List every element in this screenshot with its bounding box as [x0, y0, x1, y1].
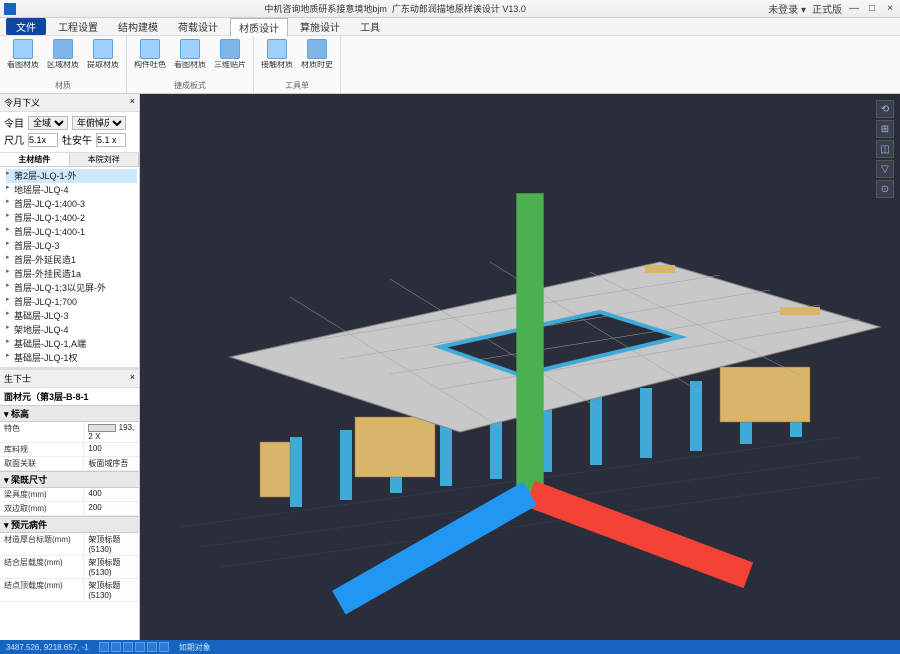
status-toggle-icon[interactable] [123, 642, 133, 652]
menu-tab-3[interactable]: 材质设计 [230, 18, 288, 37]
component-tree[interactable]: 第2层-JLQ-1-外地瑶层-JLQ-4首层-JLQ-1;400-3首层-JLQ… [0, 167, 139, 367]
status-toggle-icon[interactable] [111, 642, 121, 652]
prop-row[interactable]: 特色 193, 2 X [0, 422, 139, 443]
filter-sort[interactable]: 年俯悼庆 [72, 116, 126, 130]
tree-item[interactable]: 首层-JLQ-3 [6, 239, 137, 253]
ribbon-btn-1-2[interactable]: 三维贴片 [213, 39, 247, 79]
props-header: 生下士 [4, 372, 31, 385]
status-toggle-icon[interactable] [147, 642, 157, 652]
license-link[interactable]: 正式版 [812, 1, 842, 16]
tree-item[interactable]: 地瑶层-JLQ-4 [6, 183, 137, 197]
scale-2-input[interactable] [96, 133, 126, 147]
tree-item[interactable]: 日 板 [6, 365, 137, 367]
prop-section[interactable]: ▾ 标高 [0, 405, 139, 422]
close-button[interactable]: × [884, 3, 896, 15]
left-panel: 令月下义 × 令目 全域 年俯悼庆 尺几 牡安午 主材结件 本院刘祥 第2层-JL… [0, 94, 140, 640]
ribbon-btn-2-1[interactable]: 材质时史 [300, 39, 334, 79]
status-toggle-icon[interactable] [99, 642, 109, 652]
prop-row[interactable]: 库料规100 [0, 443, 139, 457]
ribbon-group-1: 构件吐色 看图材质 三维贴片 捷成板式 [127, 36, 254, 93]
status-toggle-icon[interactable] [159, 642, 169, 652]
tree-item[interactable]: 首层-外挂民造1a [6, 267, 137, 281]
properties-panel: 生下士 × 面材元（第3层-B-8-1 ▾ 标高特色 193, 2 X库料规100… [0, 370, 139, 640]
panel-title: 令月下义 [4, 96, 40, 109]
status-coords: 3487.526, 9218.657, -1 [6, 643, 89, 652]
prop-row[interactable]: 结点顶载度(mm)架顶标题(5130) [0, 579, 139, 602]
scale-1-input[interactable] [28, 133, 58, 147]
tree-item[interactable]: 第2层-JLQ-1-外 [6, 169, 137, 183]
maximize-button[interactable]: □ [866, 3, 878, 15]
inner-tab-b[interactable]: 本院刘祥 [70, 153, 140, 166]
ribbon-btn-0-1[interactable]: 区域材质 [46, 39, 80, 79]
file-menu[interactable]: 文件 [6, 18, 46, 35]
tree-item[interactable]: 基础层-JLQ-1,A端 [6, 337, 137, 351]
prop-section[interactable]: ▾ 预元病件 [0, 516, 139, 533]
ribbon-group-label-0: 材质 [6, 80, 120, 91]
titlebar: 中机咨询地质研系接意境地bjm 广东动郎润描地原样诶设计 V13.0 未登录 ▾… [0, 0, 900, 18]
filter-bar: 令目 全域 年俯悼庆 尺几 牡安午 [0, 112, 139, 153]
ribbon-btn-1-1[interactable]: 看图材质 [173, 39, 207, 79]
panel-close-icon[interactable]: × [130, 96, 135, 109]
prop-section[interactable]: ▾ 梁既尺寸 [0, 471, 139, 488]
props-close-icon[interactable]: × [130, 372, 135, 385]
menu-tab-2[interactable]: 荷载设计 [170, 18, 226, 35]
ribbon-group-label-2: 工具单 [260, 80, 334, 91]
ribbon-group-0: 看图材质 区域材质 提取材质 材质 [0, 36, 127, 93]
menu-tab-1[interactable]: 结构建模 [110, 18, 166, 35]
axis-gizmo-icon [150, 94, 900, 630]
status-text: 如期对象 [179, 642, 211, 653]
tree-item[interactable]: 首层-JLQ-1;700 [6, 295, 137, 309]
app-logo-icon [4, 3, 16, 15]
tree-item[interactable]: 基础层-JLQ-3 [6, 309, 137, 323]
menu-tab-4[interactable]: 算施设计 [292, 18, 348, 35]
ribbon-group-label-1: 捷成板式 [133, 80, 247, 91]
tree-item[interactable]: 基础层-JLQ-1权 [6, 351, 137, 365]
ribbon-btn-2-0[interactable]: 接触材质 [260, 39, 294, 79]
3d-viewport[interactable]: ⟲ ⊞ ◫ ▽ ⊙ [140, 94, 900, 640]
inner-tab-a[interactable]: 主材结件 [0, 153, 70, 166]
props-title: 面材元（第3层-B-8-1 [0, 388, 139, 405]
prop-row[interactable]: 梁具度(mm)400 [0, 488, 139, 502]
menu-tab-0[interactable]: 工程设置 [50, 18, 106, 35]
ribbon-btn-0-0[interactable]: 看图材质 [6, 39, 40, 79]
ribbon-btn-1-0[interactable]: 构件吐色 [133, 39, 167, 79]
prop-row[interactable]: 取面关联板面域序吾 [0, 457, 139, 471]
prop-row[interactable]: 材造厚台标题(mm)架顶标题(5130) [0, 533, 139, 556]
status-toggle-icon[interactable] [135, 642, 145, 652]
tree-item[interactable]: 首层-外延民造1 [6, 253, 137, 267]
ribbon-btn-0-2[interactable]: 提取材质 [86, 39, 120, 79]
ribbon-group-2: 接触材质 材质时史 工具单 [254, 36, 341, 93]
tree-item[interactable]: 首层-JLQ-1;400-2 [6, 211, 137, 225]
ribbon: 看图材质 区域材质 提取材质 材质 构件吐色 看图材质 三维贴片 捷成板式 接触… [0, 36, 900, 94]
tree-item[interactable]: 首层-JLQ-1;400-3 [6, 197, 137, 211]
tree-item[interactable]: 架地层-JLQ-4 [6, 323, 137, 337]
tree-item[interactable]: 首层-JLQ-1;400-1 [6, 225, 137, 239]
prop-row[interactable]: 双边取(mm)200 [0, 502, 139, 516]
tree-item[interactable]: 首层-JLQ-1;3以见屏-外 [6, 281, 137, 295]
menubar: 文件 工程设置 结构建模 荷载设计 材质设计 算施设计 工具 [0, 18, 900, 36]
login-status[interactable]: 未登录 ▾ [768, 1, 806, 16]
window-title: 中机咨询地质研系接意境地bjm 广东动郎润描地原样诶设计 V13.0 [22, 2, 768, 15]
statusbar: 3487.526, 9218.657, -1 如期对象 [0, 640, 900, 654]
minimize-button[interactable]: — [848, 3, 860, 15]
prop-row[interactable]: 结合层载度(mm)架顶标题(5130) [0, 556, 139, 579]
filter-scope[interactable]: 全域 [28, 116, 68, 130]
menu-tab-5[interactable]: 工具 [352, 18, 388, 35]
